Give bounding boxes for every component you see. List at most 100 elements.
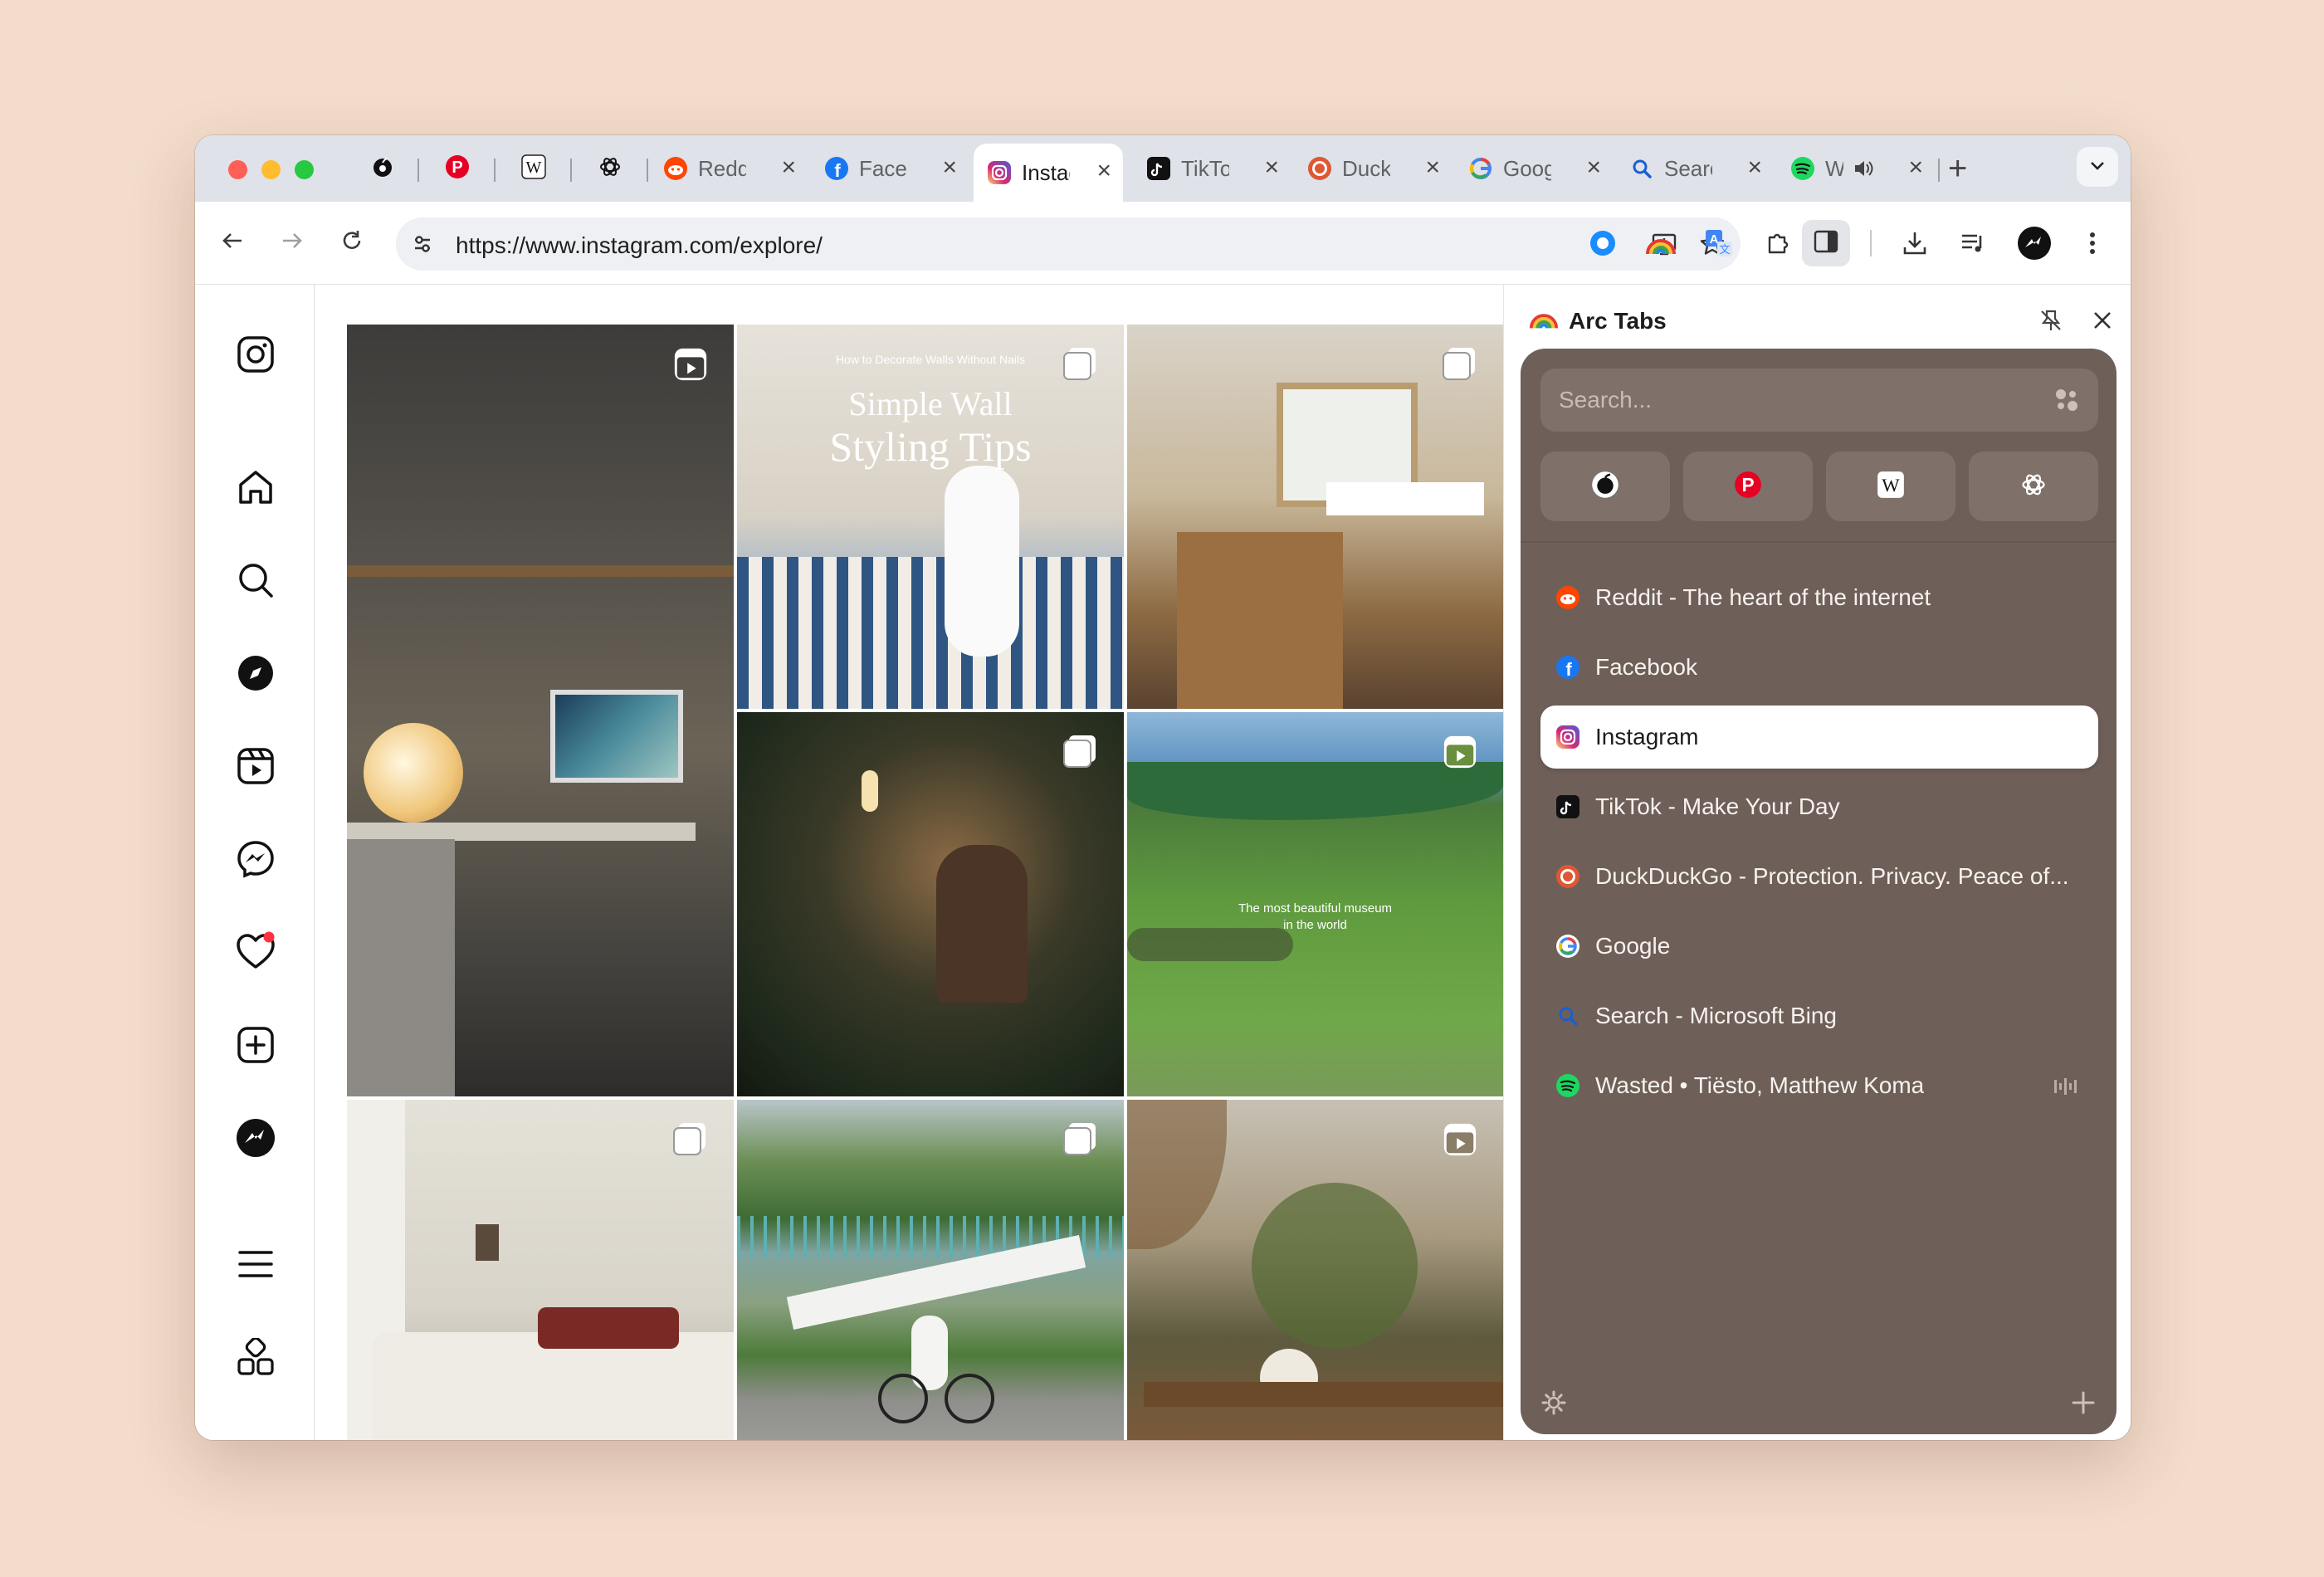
close-tab-icon[interactable]: ×	[1096, 159, 1111, 183]
carousel-badge-icon	[1062, 734, 1099, 770]
tab-bing[interactable]: Search ×	[1616, 147, 1774, 190]
arc-tab-item-bing[interactable]: Search - Microsoft Bing	[1540, 984, 2098, 1047]
arc-search-input[interactable]	[1559, 383, 2024, 417]
tab-google[interactable]: Google ×	[1455, 147, 1613, 190]
tab-duckduckgo[interactable]: DuckDuckGo ×	[1294, 147, 1452, 190]
more-menu-icon[interactable]	[231, 1239, 281, 1289]
explore-grid: How to Decorate Walls Without Nails Simp…	[347, 325, 1503, 1440]
pinned-tab-apple[interactable]	[359, 147, 406, 190]
arc-pin-apple[interactable]	[1540, 452, 1670, 521]
pinned-tab-chatgpt[interactable]	[587, 147, 633, 190]
svg-text:W: W	[1882, 474, 1900, 495]
tab-facebook[interactable]: f Facebook ×	[811, 147, 969, 190]
more-menu-icon[interactable]	[2074, 225, 2111, 261]
svg-text:P: P	[452, 159, 462, 177]
forward-button[interactable]	[273, 223, 311, 261]
arrow-left-icon	[220, 228, 245, 257]
explore-compass-icon[interactable]	[231, 648, 281, 698]
arc-add-tab-icon[interactable]	[2067, 1386, 2100, 1419]
arc-tab-item-google[interactable]: Google	[1540, 915, 2098, 978]
close-panel-button[interactable]	[2087, 306, 2118, 338]
explore-post[interactable]: The most beautiful museum in the world	[1127, 712, 1503, 1096]
close-tab-icon[interactable]: ×	[1425, 155, 1440, 180]
explore-post[interactable]	[737, 1100, 1124, 1440]
tab-tiktok[interactable]: TikTok ×	[1133, 147, 1291, 190]
arc-tab-label: Instagram	[1595, 724, 1699, 749]
messenger-icon[interactable]	[231, 834, 281, 884]
close-tab-icon[interactable]: ×	[1747, 155, 1762, 180]
site-settings-icon[interactable]	[406, 227, 439, 261]
notifications-heart-icon[interactable]	[231, 927, 281, 977]
pinned-tab-pinterest[interactable]: P	[434, 147, 481, 190]
explore-post[interactable]	[1127, 1100, 1503, 1440]
reel-badge-icon	[1442, 734, 1478, 770]
address-bar[interactable]: https://www.instagram.com/explore/	[396, 217, 1741, 271]
arc-search-box[interactable]	[1540, 369, 2098, 432]
create-plus-icon[interactable]	[231, 1020, 281, 1070]
downloads-icon[interactable]	[1897, 225, 1933, 261]
close-tab-icon[interactable]: ×	[1908, 155, 1923, 180]
extension-blue-circle-icon[interactable]	[1584, 225, 1621, 261]
reload-button[interactable]	[333, 223, 371, 261]
zoom-window-button[interactable]	[295, 160, 314, 179]
close-icon	[2092, 310, 2113, 335]
arc-pin-pinterest[interactable]: P	[1683, 452, 1813, 521]
side-panel-button[interactable]	[1802, 220, 1850, 266]
explore-post[interactable]	[737, 712, 1124, 1096]
post-image-sofa	[737, 557, 1124, 709]
extensions-puzzle-icon[interactable]	[1760, 225, 1797, 261]
arrow-right-icon	[280, 228, 305, 257]
arc-pinned-tabs: P W	[1540, 452, 2098, 521]
new-tab-button[interactable]: +	[1948, 150, 1967, 188]
post-caption-title: Simple Wall	[848, 385, 1013, 422]
explore-post[interactable]	[347, 1100, 734, 1440]
media-queue-icon[interactable]	[1955, 225, 1991, 261]
reels-icon[interactable]	[231, 741, 281, 791]
profile-avatar-icon[interactable]	[231, 1113, 281, 1163]
explore-post[interactable]	[347, 325, 734, 1096]
side-panel-icon	[1813, 228, 1839, 259]
arc-pin-chatgpt[interactable]	[1969, 452, 2098, 521]
wikipedia-icon: W	[521, 154, 546, 183]
tab-separator	[570, 159, 572, 182]
also-from-meta-icon[interactable]	[231, 1332, 281, 1382]
arc-settings-icon[interactable]	[1537, 1386, 1570, 1419]
close-tab-icon[interactable]: ×	[1264, 155, 1279, 180]
pinned-tab-wikipedia[interactable]: W	[510, 147, 557, 190]
post-caption: in the world	[1283, 918, 1347, 932]
chevron-down-icon	[2087, 155, 2107, 179]
unpin-panel-button[interactable]	[2035, 306, 2067, 338]
close-tab-icon[interactable]: ×	[781, 155, 796, 180]
post-image-leaves	[1127, 1100, 1227, 1249]
back-button[interactable]	[213, 223, 251, 261]
close-tab-icon[interactable]: ×	[1586, 155, 1601, 180]
close-window-button[interactable]	[228, 160, 247, 179]
arc-pin-wikipedia[interactable]: W	[1826, 452, 1955, 521]
rainbow-extension-icon[interactable]	[1643, 225, 1679, 261]
arc-tab-item-spotify[interactable]: Wasted • Tiësto, Matthew Koma	[1540, 1054, 2098, 1117]
search-icon[interactable]	[231, 555, 281, 605]
tab-spotify[interactable]: Wasted ×	[1777, 147, 1935, 190]
minimize-window-button[interactable]	[261, 160, 281, 179]
explore-post[interactable]: How to Decorate Walls Without Nails Simp…	[737, 325, 1124, 709]
translate-icon[interactable]: A文	[1701, 225, 1737, 261]
tab-instagram[interactable]: Instagram ×	[974, 144, 1123, 202]
arc-tab-item-tiktok[interactable]: TikTok - Make Your Day	[1540, 775, 2098, 838]
instagram-logo-icon[interactable]	[231, 330, 281, 379]
arc-tab-item-facebook[interactable]: f Facebook	[1540, 636, 2098, 699]
spotify-icon	[1555, 1073, 1580, 1098]
tab-title: Facebook	[859, 155, 907, 181]
audio-playing-icon[interactable]	[2053, 1076, 2080, 1102]
arc-filter-icon[interactable]	[2053, 387, 2080, 417]
speaker-icon[interactable]	[1852, 157, 1875, 180]
carousel-badge-icon	[1062, 346, 1099, 383]
close-tab-icon[interactable]: ×	[942, 155, 957, 180]
arc-tab-item-duckduckgo[interactable]: DuckDuckGo - Protection. Privacy. Peace …	[1540, 845, 2098, 908]
explore-post[interactable]	[1127, 325, 1503, 709]
tab-search-button[interactable]	[2077, 147, 2118, 187]
tab-reddit[interactable]: Reddit ×	[650, 147, 808, 190]
profile-avatar-icon[interactable]	[2016, 225, 2053, 261]
home-icon[interactable]	[231, 462, 281, 512]
arc-tab-item-reddit[interactable]: Reddit - The heart of the internet	[1540, 566, 2098, 629]
arc-tab-item-instagram[interactable]: Instagram	[1540, 706, 2098, 769]
